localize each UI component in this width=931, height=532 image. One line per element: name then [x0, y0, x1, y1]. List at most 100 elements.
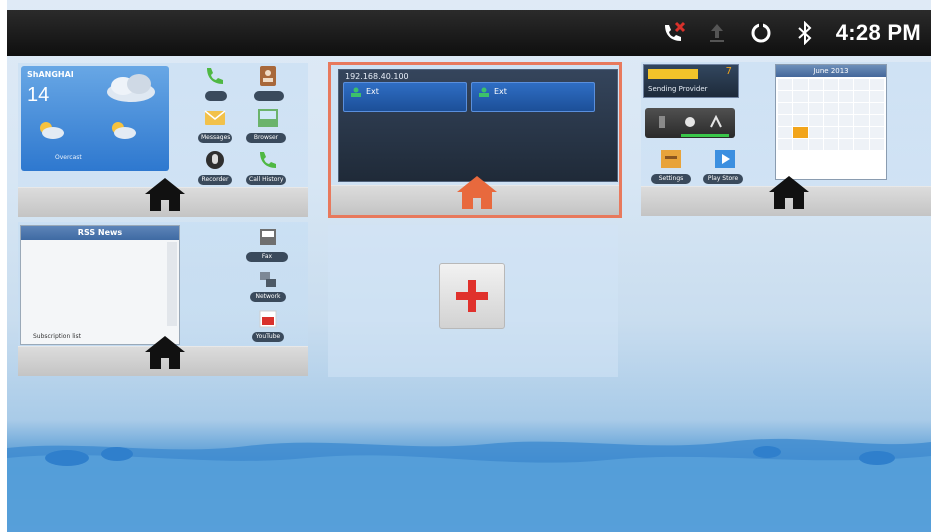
calendar-cell [778, 115, 793, 126]
home-icon[interactable] [455, 174, 499, 210]
settings-label: Settings [651, 174, 691, 184]
calendar-cell [869, 103, 884, 114]
recorder-icon [201, 147, 229, 173]
calendar-cell [793, 91, 808, 102]
calendar-cell [793, 103, 808, 114]
calendar-cell [778, 127, 793, 138]
app-label [205, 91, 227, 101]
recorder-label: Recorder [198, 175, 232, 185]
status-bar: 4:28 PM [7, 10, 931, 56]
home-icon[interactable] [767, 174, 811, 210]
calendar-cell [839, 127, 854, 138]
weather-city: ShANGHAI [27, 70, 74, 79]
cloud-icon [107, 74, 155, 102]
network-icon [254, 266, 282, 292]
play-store-icon [711, 146, 739, 172]
calendar-cell [808, 139, 823, 150]
home-icon[interactable] [143, 334, 187, 370]
calendar-cell [778, 139, 793, 150]
line-name: Ext [366, 87, 379, 96]
phone-icon [201, 63, 229, 89]
call-panel: 192.168.40.100 Ext Ext [338, 69, 618, 182]
play-store-label: Play Store [703, 174, 743, 184]
calendar-cell [854, 91, 869, 102]
calendar-cell [839, 103, 854, 114]
home-icon[interactable] [143, 176, 187, 212]
calendar-cell [854, 115, 869, 126]
network-toggle-icon [710, 115, 722, 128]
sync-icon [748, 20, 774, 46]
add-screen-tile [328, 225, 618, 377]
browser-icon [254, 105, 282, 131]
rss-footer: Subscription list [33, 333, 81, 340]
calendar-cell [854, 103, 869, 114]
browser-label: Browser [246, 133, 286, 143]
calendar-cell [823, 79, 839, 90]
bluetooth-icon[interactable] [792, 20, 818, 46]
weather-widget: ShANGHAI 14 Overcast [21, 66, 169, 171]
clock: 4:28 PM [835, 20, 921, 45]
calendar-cell [839, 115, 854, 126]
calendar-cell [778, 103, 793, 114]
calendar-cell [793, 79, 808, 90]
power-control-widget [645, 108, 735, 138]
line-button-2: Ext [471, 82, 595, 112]
calendar-cell [839, 79, 854, 90]
calendar-cell [854, 139, 869, 150]
weather-temperature: 14 [27, 84, 50, 106]
calendar-cell [808, 115, 823, 126]
line-name: Ext [494, 87, 507, 96]
calendar-cell [823, 115, 839, 126]
sun-cloud-icon [40, 122, 64, 139]
calendar-cell [808, 91, 823, 102]
calendar-today-cell [793, 127, 808, 138]
messages-icon [201, 105, 229, 131]
calendar-cell [823, 103, 839, 114]
plus-icon [456, 280, 488, 312]
calendar-cell [823, 139, 839, 150]
sun-cloud-icon [112, 122, 136, 139]
line-user-icon [479, 87, 489, 97]
sync-toggle-icon [685, 117, 695, 127]
calendar-cell [854, 79, 869, 90]
missed-call-icon[interactable] [660, 20, 686, 46]
youtube-icon [254, 306, 282, 332]
fax-label: Fax [246, 252, 288, 262]
youtube-label: YouTube [252, 332, 284, 342]
status-count: 7 [725, 66, 732, 77]
rss-title: RSS News [21, 226, 179, 240]
line-button-1: Ext [343, 82, 467, 112]
calendar-cell [823, 127, 839, 138]
home-screen-thumbnail-4[interactable]: RSS News Subscription list Fax Network Y… [18, 222, 308, 376]
home-screen-thumbnail-1[interactable]: ShANGHAI 14 Overcast Messages Browser Re… [18, 63, 308, 217]
calendar-widget: June 2013 [775, 64, 887, 180]
home-screen-thumbnail-2[interactable]: 192.168.40.100 Ext Ext [328, 62, 622, 218]
network-label: Network [250, 292, 286, 302]
calendar-cell [839, 139, 854, 150]
calendar-cell [778, 91, 793, 102]
call-history-icon [254, 147, 282, 173]
calendar-cell [823, 91, 839, 102]
calendar-cell [869, 127, 884, 138]
calendar-cell [854, 127, 869, 138]
calendar-cell [869, 79, 884, 90]
water-wallpaper [7, 438, 931, 532]
fax-icon [254, 224, 282, 250]
rss-scrollbar[interactable] [167, 242, 177, 326]
messages-label: Messages [198, 133, 232, 143]
line-user-icon [351, 87, 361, 97]
calendar-cell [808, 127, 823, 138]
contacts-icon [254, 63, 282, 89]
calendar-cell [808, 103, 823, 114]
settings-icon [657, 146, 685, 172]
status-bar-fill [648, 69, 698, 79]
home-screen-editor: 4:28 PM ShANGHAI 14 Overcast Messages Br… [7, 0, 931, 532]
upload-icon [704, 20, 730, 46]
calendar-month: June 2013 [776, 65, 886, 77]
home-screen-thumbnail-3[interactable]: 7 Sending Provider Settings Play Store J… [641, 62, 931, 216]
add-screen-button[interactable] [439, 263, 505, 329]
calendar-cell [869, 139, 884, 150]
calendar-cell [808, 79, 823, 90]
calendar-cell [793, 139, 808, 150]
calendar-cell [869, 91, 884, 102]
